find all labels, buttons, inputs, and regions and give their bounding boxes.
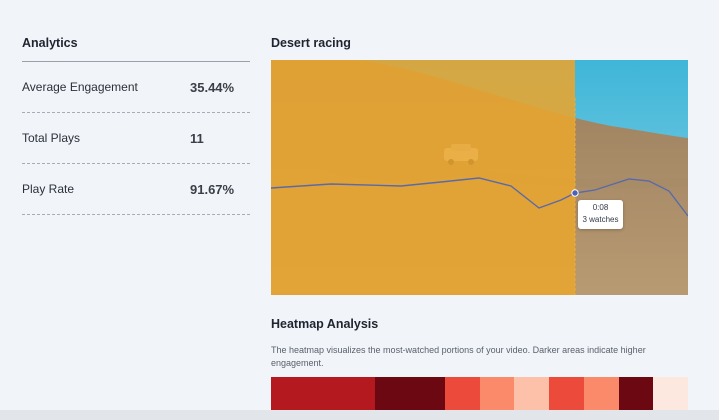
- video-title: Desert racing: [271, 36, 351, 50]
- metric-label: Total Plays: [22, 131, 81, 145]
- metric-value: 35.44%: [190, 79, 235, 95]
- heatmap-description: The heatmap visualizes the most-watched …: [271, 345, 646, 368]
- analytics-title: Analytics: [22, 36, 250, 62]
- metric-total-plays: Total Plays 11: [22, 113, 250, 164]
- metric-label: Average Engagement: [22, 80, 138, 94]
- metric-average-engagement: Average Engagement 35.44%: [22, 62, 250, 113]
- heatmap-title: Heatmap Analysis: [271, 317, 379, 331]
- video-frame: [271, 60, 688, 295]
- tooltip-time: 0:08: [592, 203, 609, 212]
- metric-value: 91.67%: [190, 181, 235, 197]
- metric-value: 11: [190, 130, 204, 146]
- playhead-handle[interactable]: [571, 189, 579, 197]
- video-panel: Desert racing 0:08 3 watches Heatmap Ana…: [271, 36, 688, 417]
- playhead-tooltip: 0:08 3 watches: [578, 200, 623, 229]
- metric-label: Play Rate: [22, 182, 75, 196]
- video-player[interactable]: 0:08 3 watches: [271, 60, 688, 295]
- analytics-panel: Analytics Average Engagement 35.44% Tota…: [22, 36, 250, 215]
- metric-play-rate: Play Rate 91.67%: [22, 164, 250, 215]
- watched-overlay: [271, 60, 575, 295]
- bottom-scroll-strip: [0, 410, 719, 420]
- tooltip-watches: 3 watches: [582, 215, 619, 224]
